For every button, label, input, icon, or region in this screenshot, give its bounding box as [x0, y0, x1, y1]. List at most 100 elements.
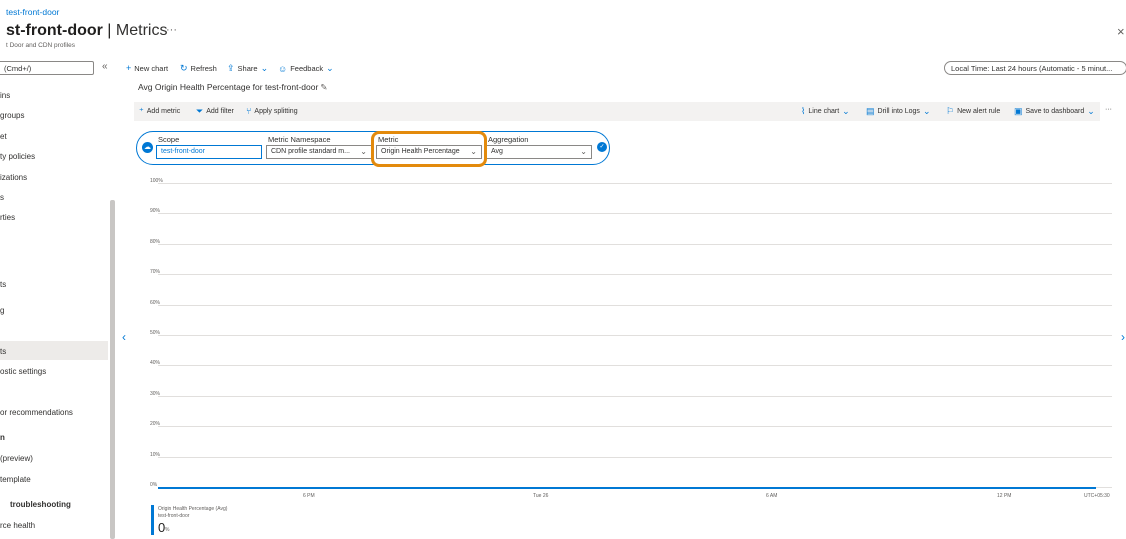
- sidebar-item[interactable]: s: [0, 193, 4, 202]
- x-tick-label: 12 PM: [997, 493, 1012, 499]
- share-icon: ⇪: [227, 63, 235, 73]
- legend-unit: %: [165, 527, 170, 533]
- plus-icon: +: [126, 63, 132, 73]
- sidebar-item[interactable]: groups: [0, 111, 24, 120]
- sidebar-item[interactable]: template: [0, 475, 31, 484]
- sidebar-selected-highlight: [0, 341, 108, 360]
- filter-icon: ⏷: [196, 106, 204, 116]
- logs-icon: ▤: [866, 106, 875, 116]
- cloud-icon: ☁: [142, 142, 153, 153]
- apply-splitting-button[interactable]: ⑂ Apply splitting: [246, 106, 298, 116]
- drill-logs-button[interactable]: ▤ Drill into Logs ⌄: [866, 106, 930, 117]
- drill-logs-label: Drill into Logs: [877, 108, 920, 115]
- page-subtitle: t Door and CDN profiles: [6, 42, 75, 49]
- grid-line: [158, 365, 1112, 367]
- namespace-label: Metric Namespace: [268, 135, 331, 144]
- save-icon: ▣: [1014, 106, 1023, 116]
- line-chart-button[interactable]: ⌇ Line chart ⌄: [801, 106, 850, 117]
- grid-line: [158, 456, 1112, 458]
- grid-line: [158, 426, 1112, 428]
- chevron-right-icon[interactable]: ›: [1121, 330, 1125, 344]
- legend-color-bar: [151, 505, 154, 535]
- sidebar-item[interactable]: izations: [0, 173, 27, 182]
- sidebar-item[interactable]: et: [0, 132, 7, 141]
- refresh-icon: ↻: [180, 63, 188, 73]
- new-alert-button[interactable]: ⚐ New alert rule: [946, 106, 1000, 117]
- sidebar-scrollbar[interactable]: [110, 200, 115, 539]
- pencil-icon[interactable]: ✎: [320, 82, 327, 92]
- check-icon[interactable]: ✓: [597, 142, 607, 152]
- save-dashboard-button[interactable]: ▣ Save to dashboard ⌄: [1014, 106, 1095, 117]
- line-chart-label: Line chart: [808, 108, 840, 115]
- series-line: [158, 487, 1096, 489]
- chevron-down-icon: ⌄: [1087, 106, 1095, 116]
- smiley-icon: ☺: [278, 63, 288, 74]
- x-tick-label: UTC+05:30: [1084, 493, 1110, 499]
- y-tick-label: 90%: [150, 208, 161, 215]
- y-tick-label: 30%: [150, 390, 161, 397]
- chevron-down-icon: ⌄: [260, 63, 269, 73]
- aggregation-dropdown[interactable]: Avg ⌄: [486, 145, 592, 159]
- page-title: st-front-door | Metrics: [6, 22, 167, 40]
- more-icon[interactable]: ···: [166, 24, 177, 36]
- legend-resource-name: test-front-door: [158, 513, 190, 519]
- sidebar-item[interactable]: troubleshooting: [10, 500, 71, 509]
- sidebar-item[interactable]: or recommendations: [0, 408, 73, 417]
- more-icon[interactable]: ···: [1105, 106, 1112, 113]
- save-dashboard-label: Save to dashboard: [1025, 108, 1085, 115]
- line-chart-icon: ⌇: [801, 106, 806, 116]
- add-filter-button[interactable]: ⏷ Add filter: [196, 106, 234, 117]
- feedback-button[interactable]: ☺ Feedback ⌄: [278, 63, 334, 74]
- breadcrumb[interactable]: test-front-door: [6, 7, 59, 17]
- sidebar-item[interactable]: ts: [0, 347, 6, 356]
- sidebar-item[interactable]: ty policies: [0, 152, 35, 161]
- sidebar-item[interactable]: g: [0, 306, 4, 315]
- namespace-value: CDN profile standard m...: [271, 148, 350, 155]
- split-icon: ⑂: [246, 106, 252, 116]
- sidebar-item[interactable]: (preview): [0, 454, 33, 463]
- y-tick-label: 50%: [150, 330, 161, 336]
- y-tick-label: 20%: [150, 421, 161, 428]
- share-button[interactable]: ⇪ Share ⌄: [227, 63, 268, 74]
- scope-field[interactable]: test-front-door: [156, 145, 262, 159]
- search-input[interactable]: (Cmd+/): [0, 61, 94, 75]
- y-tick-label: 60%: [150, 299, 161, 306]
- apply-splitting-label: Apply splitting: [254, 107, 298, 115]
- sidebar-item[interactable]: rce health: [0, 521, 35, 530]
- chevron-down-icon: ⌄: [842, 106, 850, 116]
- close-icon[interactable]: ×: [1117, 24, 1125, 39]
- time-range-picker[interactable]: Local Time: Last 24 hours (Automatic - 5…: [944, 61, 1126, 75]
- chevron-down-icon: ⌄: [326, 63, 334, 73]
- legend-series-name: Origin Health Percentage (Avg): [158, 506, 228, 512]
- new-chart-label: New chart: [134, 63, 169, 73]
- chevron-left-icon[interactable]: ‹: [122, 330, 126, 344]
- add-filter-label: Add filter: [206, 108, 234, 115]
- sidebar-item[interactable]: n: [0, 433, 5, 442]
- alert-icon: ⚐: [946, 106, 955, 116]
- aggregation-label: Aggregation: [488, 135, 529, 144]
- namespace-dropdown[interactable]: CDN profile standard m... ⌄: [266, 145, 372, 159]
- new-chart-button[interactable]: + New chart: [126, 63, 168, 73]
- share-label: Share: [237, 64, 258, 73]
- refresh-button[interactable]: ↻ Refresh: [180, 63, 217, 74]
- sidebar-item[interactable]: ostic settings: [0, 367, 46, 376]
- x-tick-label: 6 PM: [303, 493, 315, 499]
- x-tick-label: Tue 26: [533, 493, 549, 499]
- chart-title-text: Avg Origin Health Percentage for test-fr…: [138, 82, 319, 92]
- add-metric-button[interactable]: ⁺ Add metric: [139, 106, 180, 117]
- y-tick-label: 80%: [150, 238, 161, 245]
- sidebar-item[interactable]: ins: [0, 91, 10, 100]
- chevron-down-icon: ⌄: [360, 147, 367, 156]
- sidebar-item[interactable]: ts: [0, 280, 6, 289]
- resource-name: st-front-door: [6, 22, 103, 39]
- sidebar-item[interactable]: rties: [0, 213, 15, 222]
- scope-label: Scope: [158, 135, 180, 144]
- grid-line: [158, 243, 1112, 245]
- new-alert-label: New alert rule: [957, 108, 1001, 115]
- refresh-label: Refresh: [190, 64, 217, 73]
- collapse-sidebar-icon[interactable]: «: [102, 61, 108, 72]
- grid-line: [158, 335, 1112, 336]
- blade-name: Metrics: [115, 22, 168, 39]
- chart-title[interactable]: Avg Origin Health Percentage for test-fr…: [138, 82, 327, 93]
- grid-line: [158, 395, 1112, 397]
